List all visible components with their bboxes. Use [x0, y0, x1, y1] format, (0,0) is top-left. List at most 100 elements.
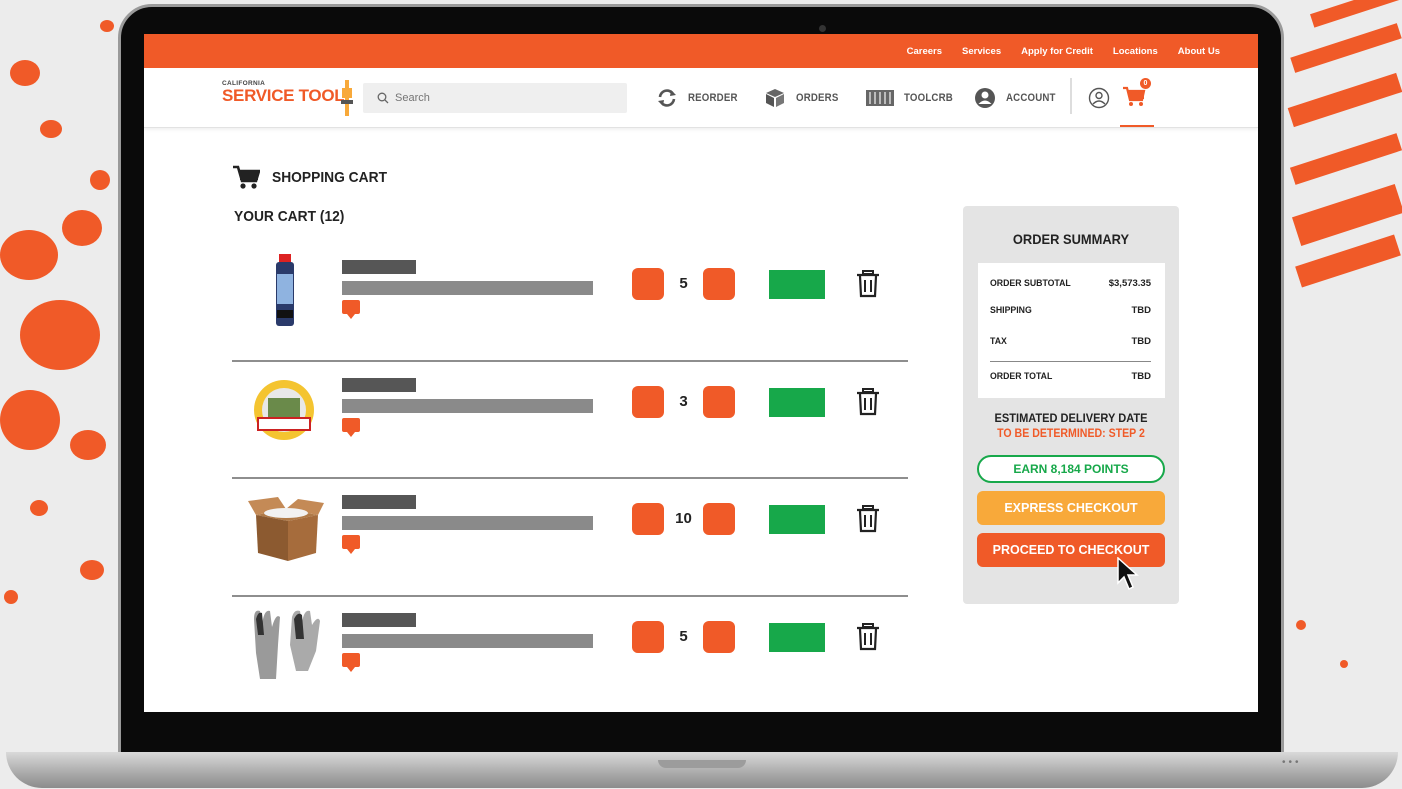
- user-profile-icon[interactable]: [1088, 87, 1110, 109]
- delivery-date-label: ESTIMATED DELIVERY DATE: [994, 411, 1148, 425]
- nav-reorder-label: REORDER: [688, 92, 738, 104]
- comment-icon[interactable]: [342, 652, 360, 672]
- product-name-placeholder: [342, 377, 416, 392]
- nav-toolcrib-label: TOOLCRB: [904, 92, 953, 104]
- order-summary-panel: ORDER SUMMARY ORDER SUBTOTAL $3,573.35 S…: [963, 206, 1179, 604]
- laptop-indicator-dots: •••: [1282, 757, 1302, 768]
- subtotal-value: $3,573.35: [1108, 278, 1151, 289]
- cardboard-box-image[interactable]: [246, 487, 326, 567]
- trash-icon[interactable]: [854, 622, 882, 652]
- main-header: CALIFORNIA SERVICE TOOL REO: [144, 68, 1258, 128]
- trash-icon[interactable]: [854, 269, 882, 299]
- order-summary-title: ORDER SUMMARY: [1012, 231, 1130, 247]
- page-title: SHOPPING CART: [232, 164, 397, 190]
- comment-icon[interactable]: [342, 535, 360, 554]
- work-gloves-image[interactable]: [246, 605, 326, 685]
- link-locations[interactable]: Locations: [1113, 46, 1158, 57]
- quantity-value: 5: [679, 275, 688, 292]
- quantity-decrease-button[interactable]: [632, 620, 664, 653]
- link-careers[interactable]: Careers: [907, 46, 942, 57]
- quantity-value: 10: [675, 510, 692, 527]
- cart-item: 5: [232, 597, 908, 713]
- product-name-placeholder: [342, 495, 416, 509]
- total-value: TBD: [1131, 371, 1151, 382]
- item-action-button[interactable]: [769, 270, 825, 299]
- total-label: ORDER TOTAL: [990, 371, 1053, 382]
- laptop-notch: [658, 760, 746, 768]
- total-row: ORDER TOTAL TBD: [990, 371, 1151, 382]
- cart-count: YOUR CART (12): [234, 208, 345, 225]
- subtotal-label: ORDER SUBTOTAL: [990, 278, 1071, 289]
- link-about-us[interactable]: About Us: [1178, 46, 1220, 57]
- logo[interactable]: CALIFORNIA SERVICE TOOL: [222, 80, 356, 116]
- cart-item: 3: [232, 362, 908, 479]
- order-summary-table: ORDER SUBTOTAL $3,573.35 SHIPPING TBD TA…: [978, 263, 1165, 398]
- utility-bar: Careers Services Apply for Credit Locati…: [144, 34, 1258, 68]
- quantity-increase-button[interactable]: [703, 268, 735, 300]
- search-input[interactable]: [395, 92, 615, 104]
- shopping-cart-icon: [233, 165, 260, 189]
- tax-label: TAX: [990, 336, 1007, 347]
- quantity-value: 3: [679, 392, 688, 410]
- nav-toolcrib[interactable]: TOOLCRB: [866, 68, 960, 128]
- earn-points-button[interactable]: EARN 8,184 POINTS: [977, 455, 1165, 483]
- search-icon: [377, 92, 389, 104]
- quantity-increase-button[interactable]: [703, 620, 735, 653]
- wrench-icon: [341, 80, 353, 116]
- browser-screen: Careers Services Apply for Credit Locati…: [144, 34, 1258, 712]
- cart-active-indicator: [1120, 125, 1154, 127]
- quantity-decrease-button[interactable]: [632, 385, 664, 418]
- trash-icon[interactable]: [854, 387, 882, 417]
- quantity-decrease-button[interactable]: [632, 268, 664, 300]
- item-action-button[interactable]: [769, 622, 825, 652]
- box-icon: [766, 89, 784, 107]
- item-action-button[interactable]: [769, 505, 825, 534]
- trash-icon[interactable]: [854, 504, 882, 534]
- link-services[interactable]: Services: [962, 46, 1001, 57]
- cart-item: 5: [232, 244, 908, 362]
- cart-badge: 0: [1140, 78, 1151, 89]
- product-name-placeholder: [342, 260, 416, 274]
- cart-icon: [1123, 86, 1146, 106]
- express-checkout-button[interactable]: EXPRESS CHECKOUT: [977, 491, 1165, 525]
- header-divider: [1070, 78, 1072, 114]
- shipping-row: SHIPPING TBD: [990, 305, 1151, 316]
- account-icon: [975, 88, 995, 108]
- cart-items-list: 5 3 10 5: [232, 244, 908, 712]
- shipping-value: TBD: [1131, 305, 1151, 316]
- extension-cord-image[interactable]: [246, 370, 326, 450]
- nav-account[interactable]: ACCOUNT: [974, 68, 1062, 128]
- toolcrib-icon: [866, 90, 894, 106]
- tax-value: TBD: [1131, 336, 1151, 347]
- comment-icon[interactable]: [342, 417, 360, 437]
- nav-orders[interactable]: ORDERS: [764, 68, 844, 128]
- nav-account-label: ACCOUNT: [1006, 92, 1056, 104]
- product-name-placeholder: [342, 612, 416, 627]
- delivery-date-value: TO BE DETERMINED: STEP 2: [997, 428, 1145, 440]
- cart-item: 10: [232, 479, 908, 597]
- summary-divider: [990, 361, 1151, 362]
- search-box[interactable]: [363, 83, 627, 113]
- product-description-placeholder: [342, 281, 593, 295]
- nav-reorder[interactable]: REORDER: [656, 68, 744, 128]
- page-title-text: SHOPPING CART: [272, 168, 388, 186]
- quantity-increase-button[interactable]: [703, 503, 735, 535]
- camera-icon: [819, 25, 826, 32]
- item-action-button[interactable]: [769, 387, 825, 417]
- product-description-placeholder: [342, 633, 593, 648]
- mouse-cursor-icon: [1117, 557, 1139, 591]
- quantity-increase-button[interactable]: [703, 385, 735, 418]
- nav-orders-label: ORDERS: [796, 92, 839, 104]
- quantity-value: 5: [679, 627, 688, 645]
- logo-main-text: SERVICE TOOL: [222, 86, 345, 105]
- quantity-decrease-button[interactable]: [632, 503, 664, 535]
- comment-icon[interactable]: [342, 300, 360, 319]
- link-apply-for-credit[interactable]: Apply for Credit: [1021, 46, 1093, 57]
- reorder-icon: [658, 89, 676, 107]
- product-description-placeholder: [342, 516, 593, 530]
- product-description-placeholder: [342, 398, 593, 413]
- tax-row: TAX TBD: [990, 336, 1151, 347]
- shipping-label: SHIPPING: [990, 305, 1032, 316]
- spray-can-image[interactable]: [246, 252, 326, 332]
- header-cart-button[interactable]: 0: [1122, 78, 1156, 120]
